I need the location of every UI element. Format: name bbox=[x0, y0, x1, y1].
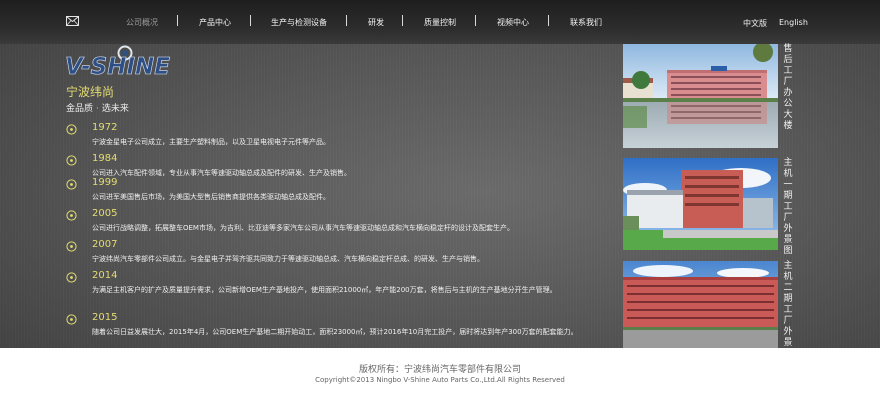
timeline-year: 2014 bbox=[92, 270, 118, 281]
timeline-text: 随着公司日益发展壮大，2015年4月，公司OEM生产基地二期开始动工，面积230… bbox=[92, 328, 578, 336]
nav-separator bbox=[402, 15, 403, 26]
timeline-text: 公司进入汽车配件领域，专业从事汽车等速驱动轴总成及配件的研发、生产及销售。 bbox=[92, 169, 351, 177]
nav-item-company-overview[interactable]: 公司概况 bbox=[126, 17, 158, 28]
clock-icon bbox=[66, 210, 77, 221]
logo-wordmark: V-SHINE bbox=[65, 54, 170, 80]
clock-icon bbox=[66, 314, 77, 325]
slogan-separator: · bbox=[96, 104, 99, 114]
timeline-year: 1984 bbox=[92, 153, 118, 164]
nav-item-equipment[interactable]: 生产与检测设备 bbox=[271, 17, 327, 28]
clock-icon bbox=[66, 124, 77, 135]
main-stage: 公司概况 产品中心 生产与检测设备 研发 质量控制 视频中心 联系我们 中文版 … bbox=[0, 0, 880, 348]
timeline-text: 宁波金星电子公司成立，主要生产塑料制品，以及卫星电视电子元件等产品。 bbox=[92, 138, 330, 146]
timeline-text: 公司进军美国售后市场，为美国大型售后销售商提供各类驱动轴总成及配件。 bbox=[92, 193, 330, 201]
nav-item-quality[interactable]: 质量控制 bbox=[424, 17, 456, 28]
photo-oem-phase2[interactable] bbox=[623, 261, 778, 348]
mail-icon[interactable] bbox=[66, 16, 79, 26]
company-name: 宁波纬尚 bbox=[66, 85, 115, 99]
top-nav-bar: 公司概况 产品中心 生产与检测设备 研发 质量控制 视频中心 联系我们 中文版 … bbox=[0, 0, 880, 44]
clock-icon bbox=[66, 155, 77, 166]
nav-item-video[interactable]: 视频中心 bbox=[497, 17, 529, 28]
timeline-text: 为满足主机客户的扩产及质量提升需求，公司新增OEM生产基地投产，使用面积2100… bbox=[92, 286, 557, 294]
nav-item-rnd[interactable]: 研发 bbox=[368, 17, 384, 28]
clock-icon bbox=[66, 272, 77, 283]
slogan-part-1: 金品质 bbox=[66, 104, 94, 114]
footer-copyright-owner: 版权所有：宁波纬尚汽车零部件有限公司 bbox=[358, 365, 521, 375]
photo-caption-oem-phase1: 主机一期工厂外景图 bbox=[783, 158, 793, 256]
nav-separator bbox=[250, 15, 251, 26]
nav-item-products[interactable]: 产品中心 bbox=[199, 17, 231, 28]
footer-copyright-line: Copyright©2013 Ningbo V-Shine Auto Parts… bbox=[315, 376, 565, 384]
photo-caption-oem-phase2: 主机二期工厂外景图 bbox=[783, 261, 793, 348]
photo-oem-phase1[interactable] bbox=[623, 158, 778, 250]
nav-separator bbox=[346, 15, 347, 26]
vshine-logo[interactable]: V-SHINE bbox=[64, 44, 174, 84]
nav-item-contact[interactable]: 联系我们 bbox=[570, 17, 602, 28]
slogan-part-2: 选未来 bbox=[101, 104, 129, 114]
photo-caption-aftermarket-office: 售后工厂办公大楼 bbox=[783, 44, 793, 131]
factory-phase2-image bbox=[623, 261, 778, 348]
nav-separator bbox=[177, 15, 178, 26]
clock-icon bbox=[66, 241, 77, 252]
photo-aftermarket-office[interactable] bbox=[623, 44, 778, 148]
footer: 版权所有：宁波纬尚汽车零部件有限公司 Copyright©2013 Ningbo… bbox=[0, 348, 880, 398]
timeline-text: 公司进行战略调整，拓展整车OEM市场，为吉利、比亚迪等多家汽车公司从事汽车等速驱… bbox=[92, 224, 514, 232]
lang-chinese-link[interactable]: 中文版 bbox=[743, 18, 767, 29]
timeline-text: 宁波纬尚汽车零部件公司成立。与金星电子并驾齐驱共同致力于等速驱动轴总成、汽车横向… bbox=[92, 255, 484, 263]
timeline-year: 1999 bbox=[92, 177, 118, 188]
clock-icon bbox=[66, 179, 77, 190]
timeline-year: 2007 bbox=[92, 239, 118, 250]
nav-separator bbox=[475, 15, 476, 26]
timeline-year: 2015 bbox=[92, 312, 118, 323]
slogan: 金品质 · 选未来 bbox=[66, 101, 129, 114]
timeline-year: 1972 bbox=[92, 122, 118, 133]
factory-phase1-image bbox=[623, 158, 778, 250]
office-building-image bbox=[623, 44, 778, 148]
lang-english-link[interactable]: English bbox=[779, 18, 808, 27]
nav-separator bbox=[548, 15, 549, 26]
timeline-year: 2005 bbox=[92, 208, 118, 219]
